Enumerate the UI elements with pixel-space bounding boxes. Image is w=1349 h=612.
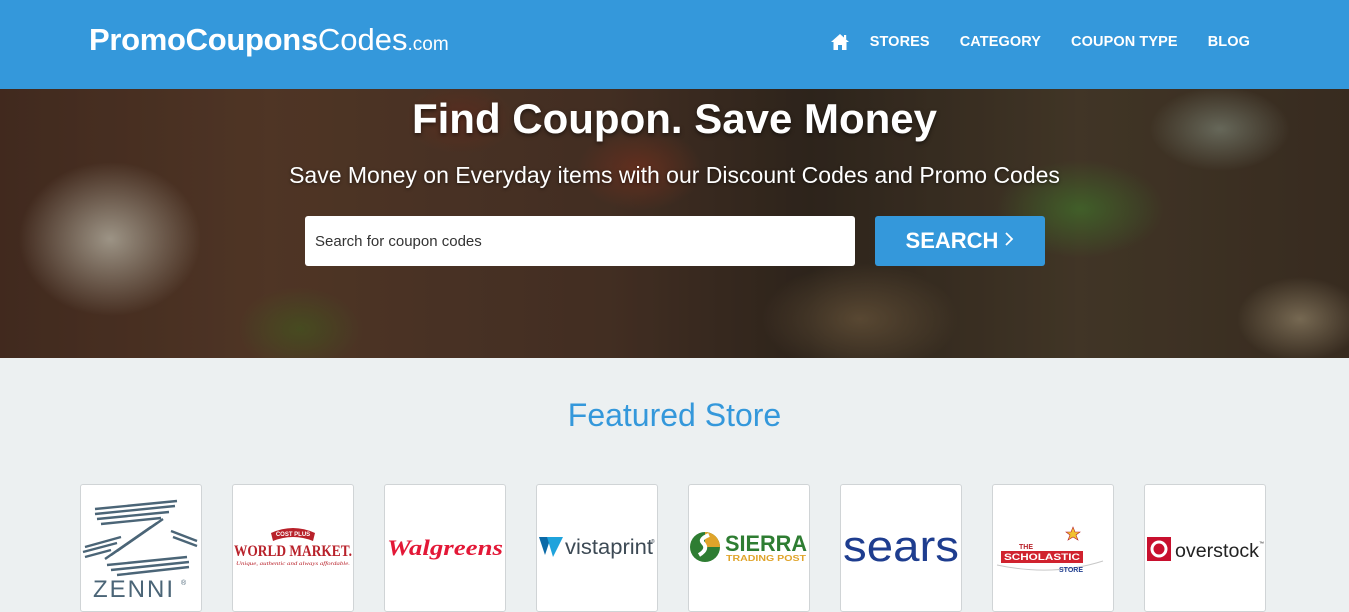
store-card-overstock[interactable]: overstock ™ xyxy=(1144,484,1266,612)
featured-store-title: Featured Store xyxy=(567,397,782,433)
overstock-logo: overstock ™ xyxy=(1147,537,1264,562)
zenni-logo-mark: ® xyxy=(181,579,187,587)
sears-logo: sears xyxy=(843,522,959,571)
site-logo[interactable]: PromoCouponsCodes.com xyxy=(89,22,449,64)
zenni-logo-text: ZENNI xyxy=(93,576,175,603)
walgreens-logo-text: Walgreens xyxy=(387,535,503,560)
store-card-zenni[interactable]: ZENNI ® xyxy=(80,484,202,612)
nav-category-link[interactable]: CATEGORY xyxy=(960,34,1041,50)
vistaprint-logo: vistaprint ® xyxy=(539,536,655,559)
sierra-logo-text: SIERRA xyxy=(725,531,807,556)
store-card-sierra[interactable]: SIERRA TRADING POST xyxy=(688,484,810,612)
logo-part-1: PromoCoupons xyxy=(89,22,318,57)
world-market-tagline: Unique, authentic and always affordable. xyxy=(236,562,350,567)
search-button-label: SEARCH xyxy=(905,228,999,253)
nav-coupon-type-link[interactable]: COUPON TYPE xyxy=(1071,34,1178,50)
vistaprint-logo-text: vistaprint xyxy=(565,536,653,559)
vistaprint-logo-mark: ® xyxy=(651,538,655,545)
search-input[interactable] xyxy=(305,216,855,266)
sierra-logo: SIERRA TRADING POST xyxy=(690,531,807,563)
world-market-top-text: COST PLUS xyxy=(276,532,310,538)
zenni-logo: ZENNI ® xyxy=(82,499,198,603)
hero-banner: Find Coupon. Save Money Save Money on Ev… xyxy=(0,89,1349,358)
overstock-logo-text: overstock xyxy=(1175,541,1260,562)
home-icon[interactable] xyxy=(830,32,850,52)
store-card-world-market[interactable]: COST PLUS WORLD MARKET. Unique, authenti… xyxy=(232,484,354,612)
logo-part-3: .com xyxy=(407,34,449,55)
store-card-scholastic[interactable]: THE SCHOLASTIC STORE xyxy=(992,484,1114,612)
hero-title: Find Coupon. Save Money xyxy=(411,95,938,142)
world-market-logo-text: WORLD MARKET. xyxy=(234,543,352,560)
sierra-tagline: TRADING POST xyxy=(726,554,806,563)
store-card-sears[interactable]: sears xyxy=(840,484,962,612)
nav-stores-link[interactable]: STORES xyxy=(870,34,930,50)
main-nav: STORES CATEGORY COUPON TYPE BLOG xyxy=(830,30,1250,54)
chevron-right-icon xyxy=(1004,230,1014,253)
nav-blog-link[interactable]: BLOG xyxy=(1208,34,1250,50)
featured-store-list: ZENNI ® COST PLUS WORLD MARKET. Unique, … xyxy=(80,484,1270,612)
sears-logo-text: sears xyxy=(843,522,959,571)
overstock-logo-mark: ™ xyxy=(1259,541,1264,547)
site-header: PromoCouponsCodes.com STORES CATEGORY CO… xyxy=(0,0,1349,89)
store-card-walgreens[interactable]: Walgreens xyxy=(384,484,506,612)
hero-subtitle: Save Money on Everyday items with our Di… xyxy=(289,162,1060,188)
store-card-vistaprint[interactable]: vistaprint ® xyxy=(536,484,658,612)
logo-part-2: Codes xyxy=(317,22,408,57)
scholastic-logo-top: THE xyxy=(1019,544,1033,551)
scholastic-tagline: STORE xyxy=(1059,567,1083,574)
scholastic-logo-text: SCHOLASTIC xyxy=(1004,552,1081,562)
walgreens-logo: Walgreens xyxy=(387,535,503,560)
search-button[interactable]: SEARCH xyxy=(875,216,1045,266)
world-market-logo: COST PLUS WORLD MARKET. Unique, authenti… xyxy=(234,528,352,567)
scholastic-logo: THE SCHOLASTIC STORE xyxy=(996,526,1104,574)
